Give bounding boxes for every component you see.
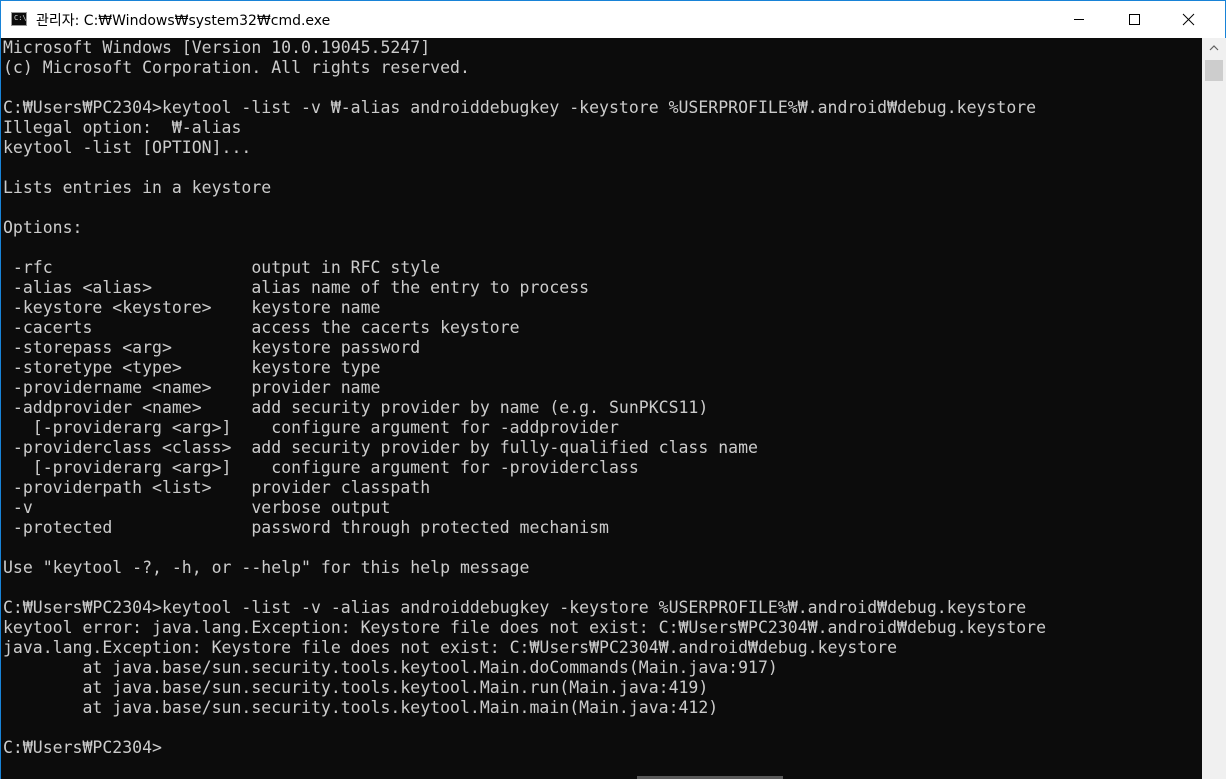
minimize-button[interactable] (1056, 1, 1102, 38)
close-icon (1182, 13, 1195, 26)
cmd-app-icon[interactable]: C:\ (11, 12, 27, 26)
console-line: -providerpath <list> provider classpath (3, 478, 431, 497)
maximize-icon (1129, 14, 1140, 25)
scroll-thumb[interactable] (1205, 60, 1223, 81)
console-line: keytool -list [OPTION]... (3, 138, 252, 157)
scroll-up-button[interactable] (1202, 38, 1226, 58)
console-line: -addprovider <name> add security provide… (3, 398, 709, 417)
console-line: [-providerarg <arg>] configure argument … (3, 458, 639, 477)
maximize-button[interactable] (1111, 1, 1157, 38)
chevron-up-icon (1209, 45, 1219, 51)
console-line: (c) Microsoft Corporation. All rights re… (3, 58, 470, 77)
console-line: C:₩Users₩PC2304>keytool -list -v ₩-alias… (3, 98, 1037, 117)
console-line: keytool error: java.lang.Exception: Keys… (3, 618, 1047, 637)
console-line: at java.base/sun.security.tools.keytool.… (3, 698, 719, 717)
taskbar-edge (637, 776, 783, 779)
console-line: -rfc output in RFC style (3, 258, 441, 277)
console-line: java.lang.Exception: Keystore file does … (3, 638, 898, 657)
console-line: C:₩Users₩PC2304>keytool -list -v -alias … (3, 598, 1027, 617)
console-line: at java.base/sun.security.tools.keytool.… (3, 658, 778, 677)
console-line: -storetype <type> keystore type (3, 358, 381, 377)
console-output-area[interactable]: Microsoft Windows [Version 10.0.19045.52… (1, 38, 1202, 779)
title-bar[interactable]: C:\ 관리자: C:₩Windows₩system32₩cmd.exe (1, 1, 1225, 38)
console-line: [-providerarg <arg>] configure argument … (3, 418, 619, 437)
console-line: -cacerts access the cacerts keystore (3, 318, 520, 337)
vertical-scrollbar[interactable] (1202, 38, 1226, 779)
cmd-window: C:\ 관리자: C:₩Windows₩system32₩cmd.exe Mic… (0, 0, 1226, 779)
console-line: C:₩Users₩PC2304> (3, 738, 162, 757)
console-line: at java.base/sun.security.tools.keytool.… (3, 678, 709, 697)
console-line: Lists entries in a keystore (3, 178, 272, 197)
console-lines: Microsoft Windows [Version 10.0.19045.52… (3, 38, 1046, 758)
close-button[interactable] (1165, 1, 1211, 38)
console-line: -storepass <arg> keystore password (3, 338, 421, 357)
console-line: -v verbose output (3, 498, 391, 517)
console-line: Use "keytool -?, -h, or --help" for this… (3, 558, 530, 577)
minimize-icon (1074, 19, 1084, 20)
app-icon-label: C:\ (14, 14, 27, 22)
console-line: -keystore <keystore> keystore name (3, 298, 381, 317)
window-title: 관리자: C:₩Windows₩system32₩cmd.exe (36, 13, 331, 29)
console-line: -alias <alias> alias name of the entry t… (3, 278, 590, 297)
console-line: Options: (3, 218, 83, 237)
console-line: Illegal option: ₩-alias (3, 118, 242, 137)
console-line: -providername <name> provider name (3, 378, 381, 397)
console-line: -providerclass <class> add security prov… (3, 438, 758, 457)
console-line: -protected password through protected me… (3, 518, 609, 537)
console-line: Microsoft Windows [Version 10.0.19045.52… (3, 38, 431, 57)
